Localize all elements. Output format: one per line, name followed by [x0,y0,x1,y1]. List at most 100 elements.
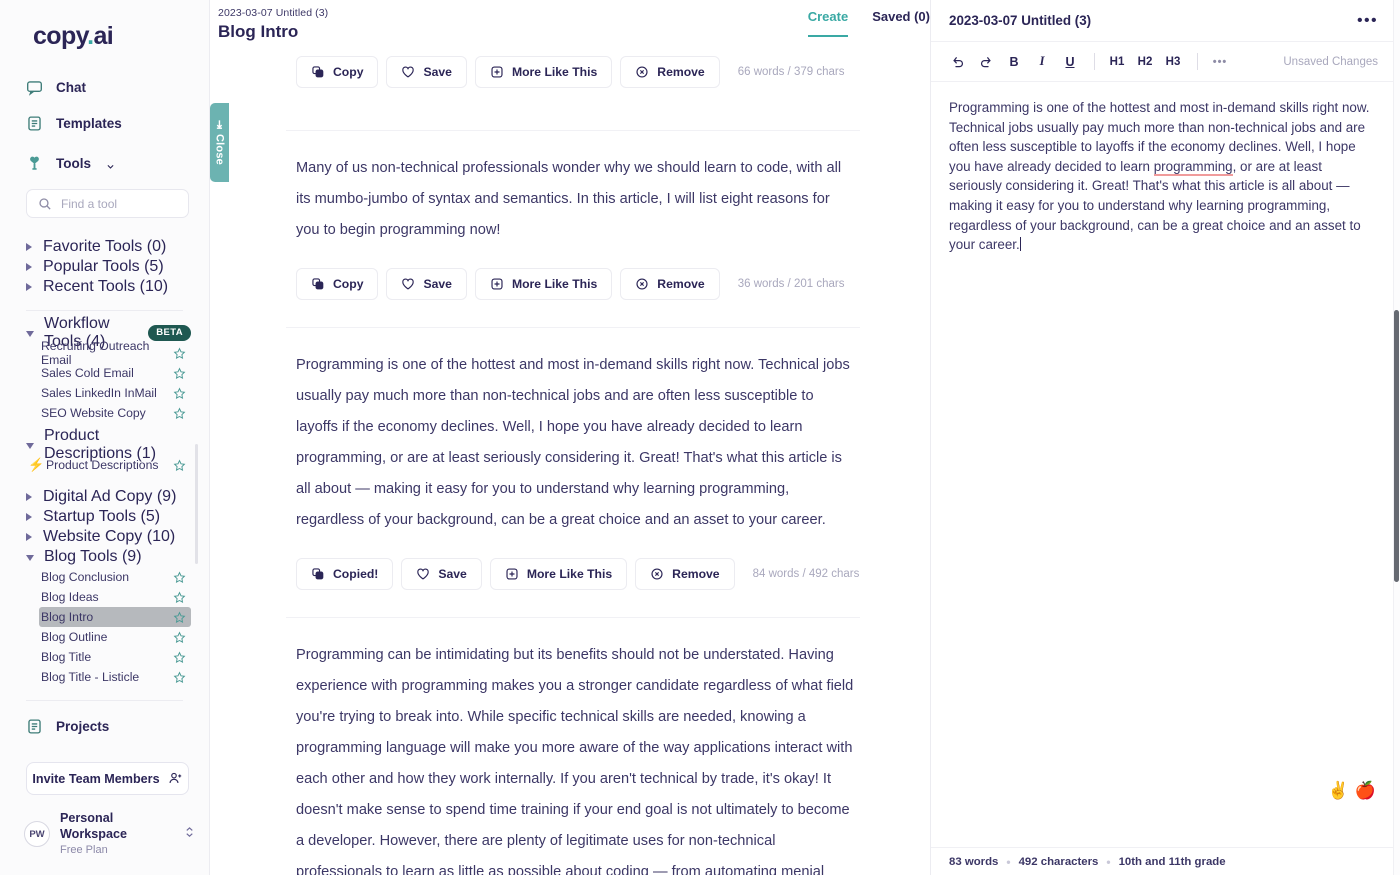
group-blog-tools[interactable]: Blog Tools (9) [26,547,191,567]
copy-button[interactable]: Copied! [296,558,394,590]
more-like-this-button[interactable]: More Like This [474,56,613,88]
tools-tree-scroll-area[interactable]: Favorite Tools (0) Popular Tools (5) Rec… [0,222,209,708]
editor-content[interactable]: Programming is one of the hottest and mo… [949,98,1376,255]
tools-icon [26,155,43,172]
star-icon[interactable] [173,346,186,360]
workspace-switcher[interactable]: PW Personal Workspace Free Plan [0,795,209,875]
more-options-icon[interactable]: ••• [1207,49,1233,75]
italic-icon[interactable]: I [1029,49,1055,75]
sidebar-item-projects[interactable]: Projects [26,708,209,744]
reading-grade: 10th and 11th grade [1118,855,1226,868]
star-icon[interactable] [173,386,186,400]
result-text: Many of us non-technical professionals w… [296,160,842,238]
action-label: Save [438,567,467,581]
heading-3-button[interactable]: H3 [1160,49,1186,75]
plus-box-icon [490,277,504,291]
action-label: Save [423,277,452,291]
tool-label: Blog Conclusion [41,570,130,584]
close-editor-tab[interactable]: ⇥ Close [210,103,229,182]
results-list[interactable]: Copy Save More Like This Remove 66 words… [210,44,930,875]
redo-icon[interactable] [973,49,999,75]
tool-item-sales-linkedin-inmail[interactable]: Sales LinkedIn InMail [39,383,191,403]
victory-hand-reaction[interactable]: ✌️ [1328,782,1349,799]
copy-button[interactable]: Copy [296,56,379,88]
chevron-down-icon [26,443,34,449]
action-label: More Like This [526,567,613,581]
tab-create[interactable]: Create [807,9,849,37]
star-icon[interactable] [173,366,186,380]
star-icon[interactable] [173,570,186,584]
copy-icon [311,567,325,581]
group-startup-tools[interactable]: Startup Tools (5) [26,507,191,527]
editor-body[interactable]: Programming is one of the hottest and mo… [931,82,1400,847]
group-label: Favorite Tools (0) [43,238,167,255]
sidebar-item-tools[interactable]: Tools [26,145,209,181]
star-icon[interactable] [173,458,186,472]
tool-item-blog-title[interactable]: Blog Title [39,647,191,667]
editor-panel: 2023-03-07 Untitled (3) ••• B I U H1 H2 … [930,0,1400,875]
star-icon[interactable] [173,630,186,644]
tool-label: SEO Website Copy [41,406,146,420]
tool-label: Blog Intro [41,610,94,624]
star-icon[interactable] [173,406,186,420]
heart-icon [416,567,430,581]
star-icon[interactable] [173,590,186,604]
heading-2-button[interactable]: H2 [1132,49,1158,75]
tools-tree-lower: Workflow Tools (4) BETA Recruiting Outre… [0,315,209,687]
group-label: Website Copy (10) [43,528,176,545]
tool-item-blog-ideas[interactable]: Blog Ideas [39,587,191,607]
group-recent-tools[interactable]: Recent Tools (10) [26,277,191,297]
tool-item-blog-conclusion[interactable]: Blog Conclusion [39,567,191,587]
more-like-this-button[interactable]: More Like This [474,268,613,300]
invite-team-members-button[interactable]: Invite Team Members [26,762,189,796]
more-like-this-button[interactable]: More Like This [489,558,628,590]
sidebar-item-chat[interactable]: Chat [26,69,209,105]
tool-item-seo-website-copy[interactable]: SEO Website Copy [39,403,191,423]
group-favorite-tools[interactable]: Favorite Tools (0) [26,237,191,257]
tools-scrollbar-thumb[interactable] [195,444,198,564]
group-label: Recent Tools (10) [43,278,169,295]
tool-item-blog-outline[interactable]: Blog Outline [39,627,191,647]
tool-label: Recruiting Outreach Email [41,339,150,367]
add-reaction-button[interactable]: 🍎 [1355,782,1376,799]
save-button[interactable]: Save [386,268,467,300]
copy-button[interactable]: Copy [296,268,379,300]
tool-item-blog-intro[interactable]: Blog Intro [39,607,191,627]
remove-button[interactable]: Remove [620,56,720,88]
group-digital-ad-copy[interactable]: Digital Ad Copy (9) [26,487,191,507]
search-input[interactable] [61,196,177,211]
star-icon[interactable] [173,610,186,624]
tool-item-blog-title-listicle[interactable]: Blog Title - Listicle [39,667,191,687]
app-logo[interactable]: copy.ai [0,0,209,69]
spellcheck-word[interactable]: programming [1153,158,1233,176]
group-website-copy[interactable]: Website Copy (10) [26,527,191,547]
remove-button[interactable]: Remove [620,268,720,300]
action-label: Copy [333,277,364,291]
editor-toolbar: B I U H1 H2 H3 ••• Unsaved Changes [931,42,1400,82]
ellipsis-icon[interactable]: ••• [1357,12,1378,29]
bold-icon[interactable]: B [1001,49,1027,75]
save-button[interactable]: Save [386,56,467,88]
page-scrollbar-thumb[interactable] [1394,310,1399,582]
group-popular-tools[interactable]: Popular Tools (5) [26,257,191,277]
star-icon[interactable] [173,650,186,664]
tools-tree: Favorite Tools (0) Popular Tools (5) Rec… [0,237,209,297]
sidebar-item-templates[interactable]: Templates [26,105,209,141]
close-tab-label: Close [213,134,226,166]
save-button[interactable]: Save [401,558,482,590]
result-card: Programming can be intimidating but its … [210,618,930,875]
lightning-bolt-icon: ⚡ [28,457,45,472]
footer-separator-dot: • [1106,854,1111,869]
tool-item-recruiting-outreach-email[interactable]: Recruiting Outreach Email [39,339,191,367]
text-cursor [1019,237,1021,252]
search-icon [38,197,52,211]
star-icon[interactable] [173,670,186,684]
tool-search-box[interactable] [26,189,189,218]
tab-saved[interactable]: Saved (0) [872,9,930,37]
group-product-descriptions[interactable]: Product Descriptions (1) [26,427,191,462]
undo-icon[interactable] [945,49,971,75]
heading-1-button[interactable]: H1 [1104,49,1130,75]
remove-button[interactable]: Remove [635,558,735,590]
action-label: Copy [333,65,364,79]
underline-icon[interactable]: U [1057,49,1083,75]
